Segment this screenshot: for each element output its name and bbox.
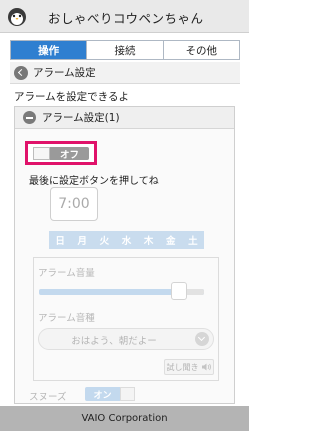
back-button[interactable]: アラーム設定 xyxy=(10,62,240,84)
speaker-icon xyxy=(201,363,211,371)
footer: VAIO Corporation xyxy=(0,406,249,431)
alarm-time-input[interactable]: 7:00 xyxy=(50,187,98,221)
snooze-toggle[interactable]: オン xyxy=(85,387,135,401)
tab-connection[interactable]: 接続 xyxy=(86,41,163,59)
tab-other[interactable]: その他 xyxy=(162,41,239,59)
day-tue[interactable]: 火 xyxy=(93,231,115,249)
alarm-sound-settings: アラーム音量 アラーム音種 おはよう、朝だよー 試し聞き xyxy=(33,257,219,381)
title-bar: おしゃべりコウペンちゃん xyxy=(0,0,249,33)
day-thu[interactable]: 木 xyxy=(138,231,160,249)
alarm-toggle-label: オフ xyxy=(59,149,79,161)
page-title: アラーム設定 xyxy=(33,67,96,79)
set-button-hint: 最後に設定ボタンを押してね xyxy=(29,176,159,187)
day-wed[interactable]: 水 xyxy=(115,231,137,249)
preview-button[interactable]: 試し聞き xyxy=(164,359,214,375)
tab-bar: 操作 接続 その他 xyxy=(10,40,240,60)
alarm-toggle[interactable]: オフ xyxy=(33,147,89,161)
back-arrow-icon xyxy=(14,65,28,80)
toggle-knob xyxy=(33,147,50,160)
volume-label: アラーム音量 xyxy=(38,268,95,279)
day-fri[interactable]: 金 xyxy=(160,231,182,249)
sound-type-select[interactable]: おはよう、朝だよー xyxy=(38,328,214,350)
collapse-icon xyxy=(23,111,36,124)
sound-type-value: おはよう、朝だよー xyxy=(71,336,157,347)
alarm-panel-title: アラーム設定(1) xyxy=(42,112,120,124)
day-sat[interactable]: 土 xyxy=(182,231,204,249)
intro-text: アラームを設定できるよ xyxy=(14,91,129,103)
penguin-icon xyxy=(8,8,26,26)
toggle-highlight: オフ xyxy=(25,141,97,165)
alarm-panel-header[interactable]: アラーム設定(1) xyxy=(15,107,234,129)
preview-button-label: 試し聞き xyxy=(166,362,199,372)
volume-slider-thumb[interactable] xyxy=(171,282,188,300)
snooze-label: スヌーズ xyxy=(29,392,67,403)
sound-type-label: アラーム音種 xyxy=(38,313,95,324)
day-sun[interactable]: 日 xyxy=(49,231,71,249)
snooze-toggle-knob xyxy=(120,387,135,401)
weekday-selector: 日 月 火 水 木 金 土 xyxy=(49,231,204,249)
footer-text: VAIO Corporation xyxy=(81,413,168,424)
tab-operation[interactable]: 操作 xyxy=(11,41,87,59)
chevron-down-icon xyxy=(195,332,209,346)
app-title: おしゃべりコウペンちゃん xyxy=(48,11,204,26)
snooze-toggle-label: オン xyxy=(93,390,112,401)
day-mon[interactable]: 月 xyxy=(71,231,93,249)
alarm-panel: アラーム設定(1) オフ 最後に設定ボタンを押してね 7:00 日 月 火 水 … xyxy=(14,106,235,404)
